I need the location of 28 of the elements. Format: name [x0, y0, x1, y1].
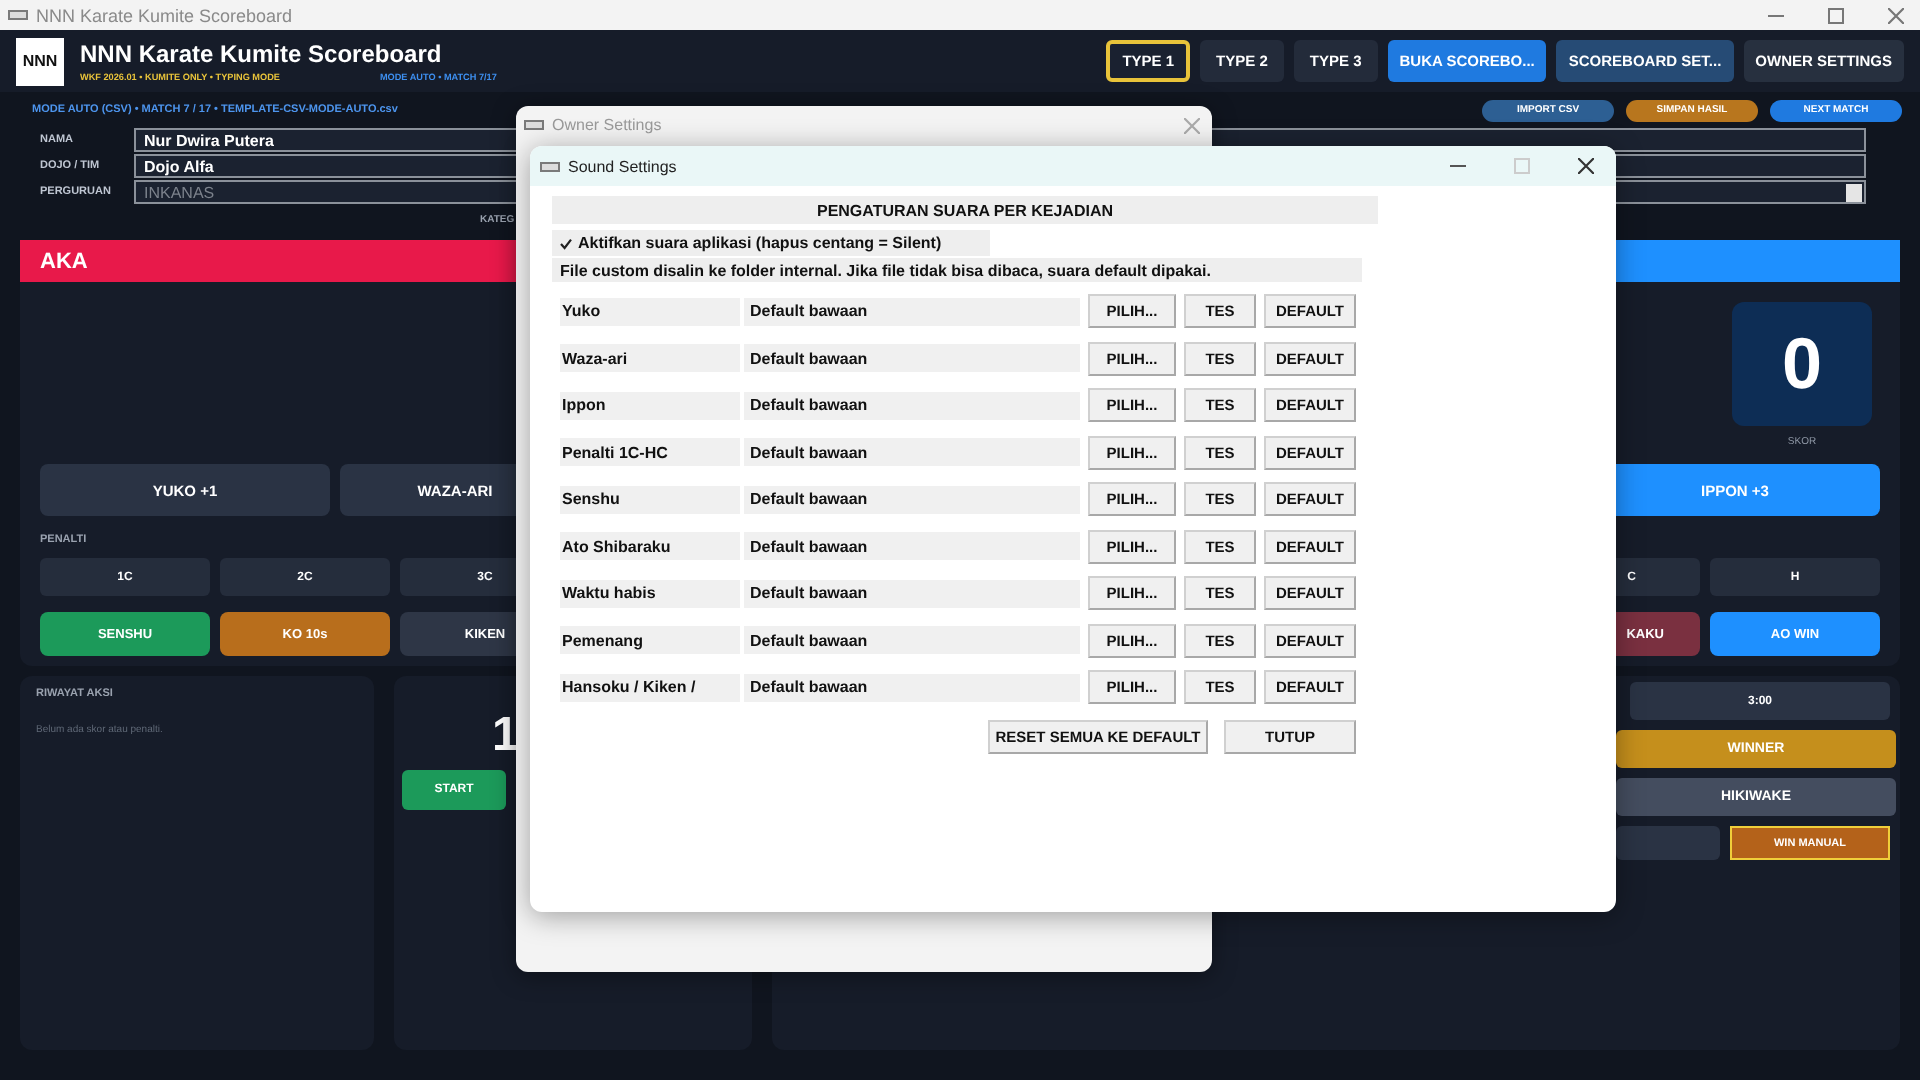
note-text: File custom disalin ke folder internal. Jika file tidak bisa dibaca, suara default dipakai. [552, 258, 1362, 282]
score-display: 0 [1732, 302, 1872, 426]
event-name: Pemenang [560, 626, 740, 654]
sound-file-label: Default bawaan [744, 673, 1080, 701]
sound-file-label: Default bawaan [744, 532, 1080, 560]
event-name: Senshu [560, 485, 740, 513]
event-name: Ippon [560, 391, 740, 419]
sound-file-label: Default bawaan [744, 391, 1080, 419]
event-name: Waza-ari [560, 344, 740, 372]
event-name: Waktu habis [560, 579, 740, 607]
window-title: NNN Karate Kumite Scoreboard [36, 5, 293, 25]
sound-file-label: Default bawaan [744, 344, 1080, 372]
event-name: Hansoku / Kiken / [560, 673, 740, 701]
section-heading: PENGATURAN SUARA PER KEJADIAN [552, 196, 1378, 224]
app-title: NNN Karate Kumite Scoreboard [80, 40, 444, 68]
event-name: Yuko [560, 297, 740, 325]
event-name: Ato Shibaraku [560, 532, 740, 560]
sound-file-label: Default bawaan [744, 626, 1080, 654]
event-name: Penalti 1C-HC [560, 438, 740, 466]
sound-file-label: Default bawaan [744, 438, 1080, 466]
sound-file-label: Default bawaan [744, 579, 1080, 607]
window-title: Owner Settings [552, 116, 662, 134]
checkbox-label: Aktifkan suara aplikasi (hapus centang = Silent) [578, 234, 942, 252]
logo: NNN [16, 37, 64, 85]
timer-display: 1 [492, 708, 521, 764]
sound-file-label: Default bawaan [744, 485, 1080, 513]
window-title: Sound Settings [568, 157, 677, 175]
sound-file-label: Default bawaan [744, 297, 1080, 325]
